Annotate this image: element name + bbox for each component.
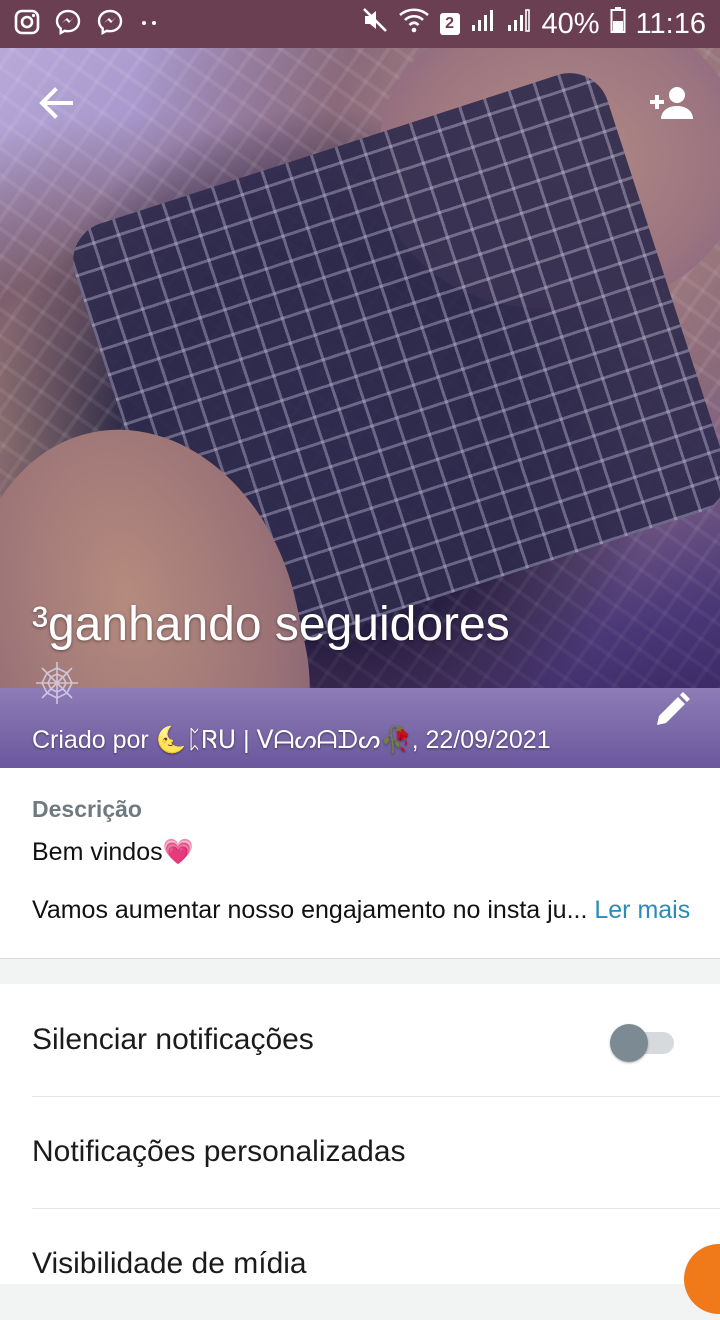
battery-percent: 40% bbox=[541, 7, 600, 40]
group-name: ³ganhando seguidores bbox=[32, 598, 510, 651]
sim-2-badge: 2 bbox=[439, 13, 460, 35]
mute-notifications-label: Silenciar notificações bbox=[32, 1023, 314, 1056]
add-member-button[interactable] bbox=[640, 80, 700, 130]
read-more-link[interactable]: Ler mais bbox=[594, 896, 690, 924]
back-button[interactable] bbox=[30, 82, 80, 128]
mute-notifications-row[interactable]: Silenciar notificações bbox=[32, 984, 720, 1097]
created-by: Criado por 🌜ᛈᏒᑌ | ᐯᗩᔕᗩᗪᔕ🥀, 22/09/2021 bbox=[32, 726, 551, 754]
messenger-icon bbox=[96, 8, 124, 41]
edit-group-button[interactable] bbox=[646, 686, 698, 738]
status-bar-left bbox=[14, 0, 162, 48]
mute-icon bbox=[362, 6, 388, 42]
description-line: Vamos aumentar nosso engajamento no inst… bbox=[32, 896, 690, 925]
more-dots-icon bbox=[138, 15, 162, 33]
description-line: Bem vindos💗 bbox=[32, 838, 194, 866]
spider-web-icon bbox=[34, 660, 80, 706]
toggle-knob bbox=[610, 1024, 648, 1062]
arrow-back-icon bbox=[37, 86, 73, 125]
status-bar-right: 2 40% 11:16 bbox=[362, 0, 706, 48]
signal-icon bbox=[506, 7, 532, 41]
person-add-icon bbox=[646, 85, 694, 126]
battery-icon bbox=[610, 6, 626, 42]
messenger-icon bbox=[54, 8, 82, 41]
settings-list: Silenciar notificações Notificações pers… bbox=[0, 984, 720, 1284]
status-bar: 2 40% 11:16 bbox=[0, 0, 720, 48]
instagram-icon bbox=[14, 9, 40, 40]
wifi-icon bbox=[398, 6, 430, 42]
group-cover-photo bbox=[0, 48, 720, 768]
description-text: Vamos aumentar nosso engajamento no inst… bbox=[32, 896, 588, 924]
pencil-icon bbox=[652, 690, 692, 735]
mute-notifications-toggle[interactable] bbox=[610, 1022, 676, 1062]
media-visibility-row[interactable]: Visibilidade de mídia bbox=[32, 1208, 720, 1320]
custom-notifications-row[interactable]: Notificações personalizadas bbox=[32, 1096, 720, 1209]
media-visibility-label: Visibilidade de mídia bbox=[32, 1247, 307, 1280]
custom-notifications-label: Notificações personalizadas bbox=[32, 1135, 406, 1168]
signal-icon bbox=[470, 7, 496, 41]
description-label: Descrição bbox=[32, 796, 142, 822]
clock: 11:16 bbox=[635, 7, 706, 40]
description-card: Descrição Bem vindos💗 Vamos aumentar nos… bbox=[0, 768, 720, 959]
